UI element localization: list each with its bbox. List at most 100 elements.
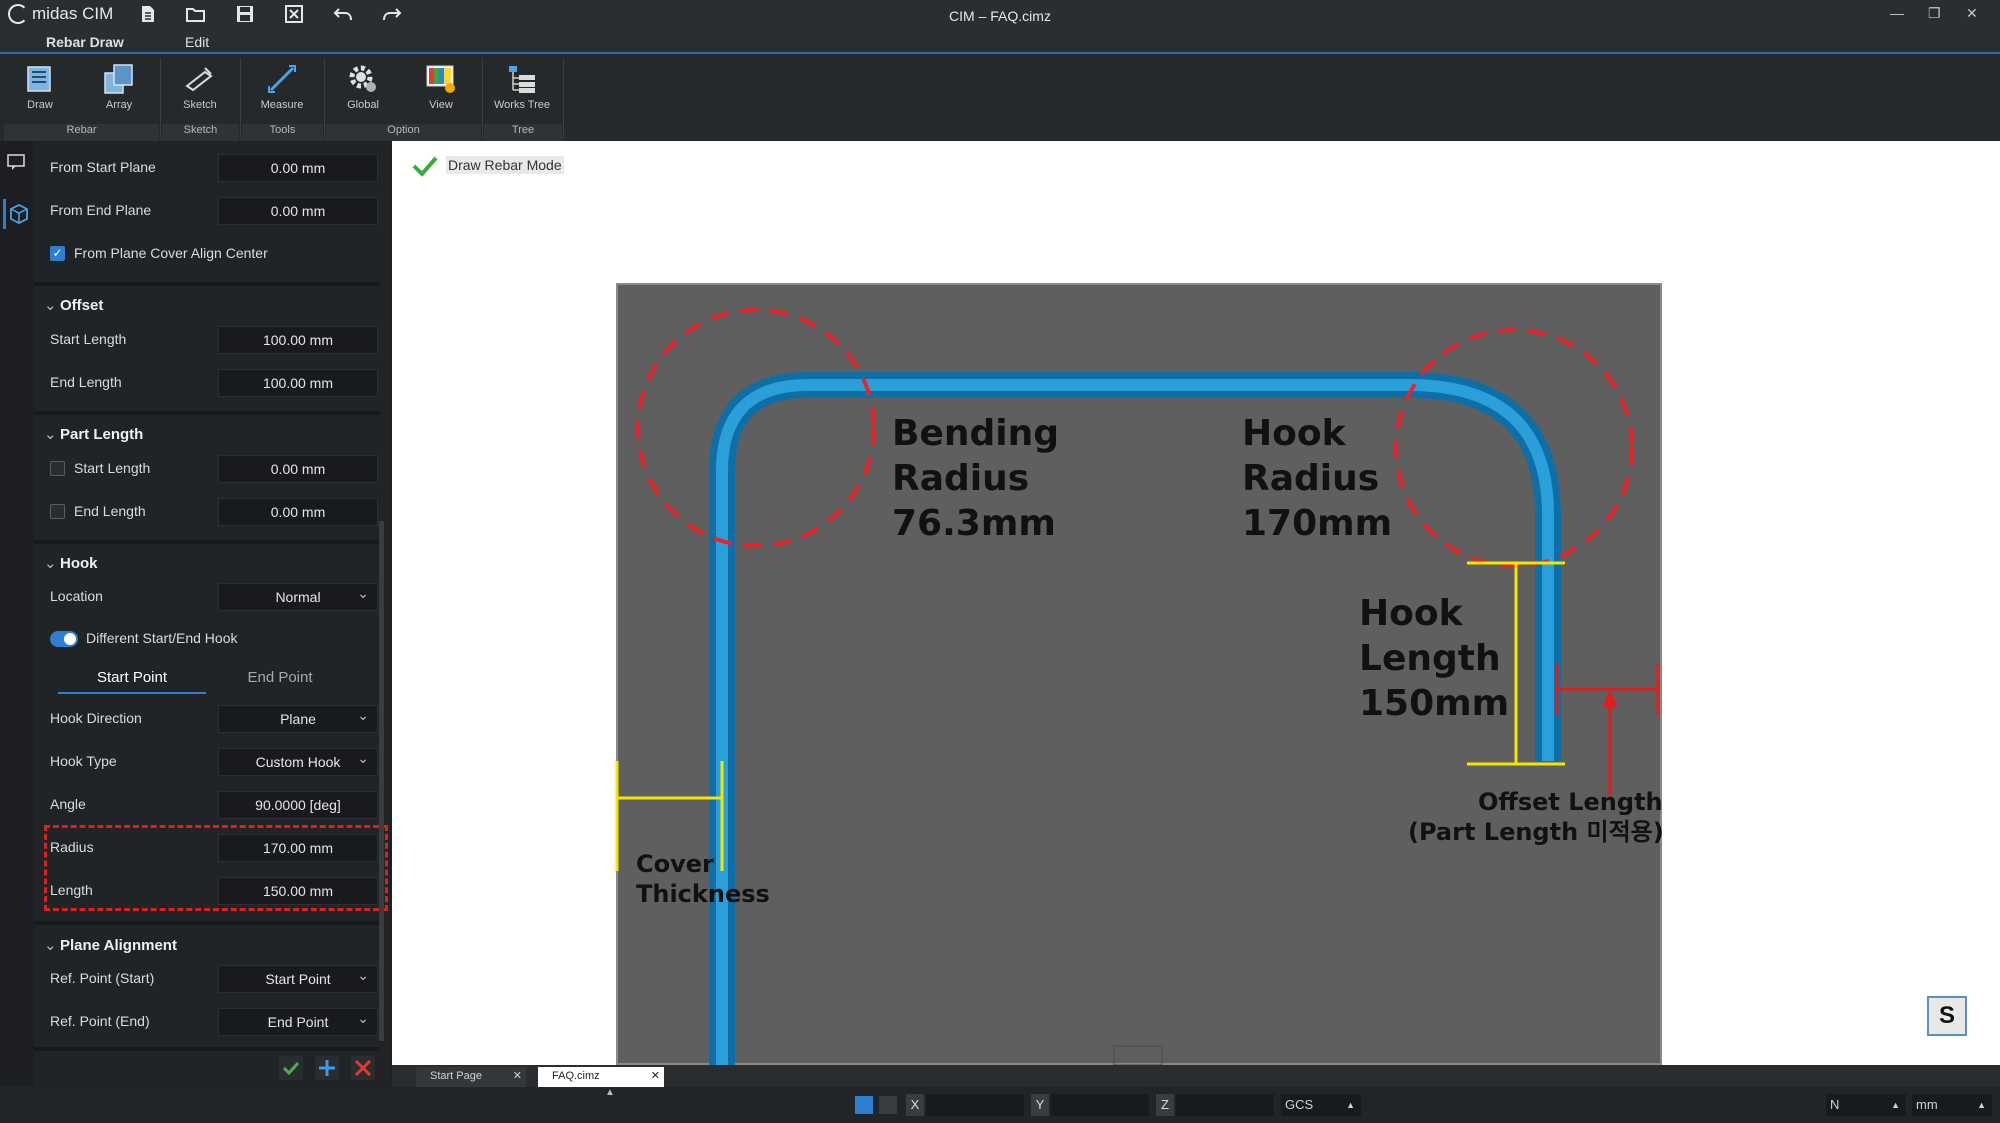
- ref-start-select[interactable]: Start Point: [218, 962, 378, 993]
- close-window-icon[interactable]: ✕: [1966, 5, 1978, 22]
- tab-end-point[interactable]: End Point: [206, 666, 354, 694]
- global-button-label: Global: [347, 99, 379, 111]
- comment-icon[interactable]: [7, 154, 25, 175]
- close-icon[interactable]: ✕: [513, 1067, 522, 1085]
- hook-length-label: Length: [50, 882, 93, 898]
- y-coord-field[interactable]: [1051, 1094, 1149, 1116]
- bending-label-2: Radius: [892, 458, 1029, 499]
- part-end-length-checkbox[interactable]: [50, 504, 65, 519]
- hook-title: Hook: [60, 555, 98, 572]
- hook-length-label-1: Hook: [1359, 593, 1464, 634]
- document-tab-bar: Start Page ✕ FAQ.cimz ✕: [392, 1065, 2000, 1087]
- dropdown-arrow-icon: ▲: [1977, 1100, 1986, 1110]
- from-end-plane-field[interactable]: 0.00 mm: [218, 197, 378, 225]
- hook-direction-label: Hook Direction: [50, 710, 142, 726]
- hook-direction-select[interactable]: Plane: [218, 702, 378, 733]
- hook-radius-field[interactable]: 170.00 mm: [218, 834, 378, 862]
- view-button[interactable]: View: [411, 62, 471, 120]
- works-tree-button[interactable]: Works Tree: [492, 62, 552, 120]
- dropdown-arrow-icon: ▲: [1891, 1100, 1900, 1110]
- hook-length-field[interactable]: 150.00 mm: [218, 877, 378, 905]
- panel-scrollbar[interactable]: [379, 521, 384, 1041]
- ref-end-select[interactable]: End Point: [218, 1005, 378, 1036]
- align-center-checkbox[interactable]: ✓: [50, 246, 65, 261]
- part-end-length-field[interactable]: 0.00 mm: [218, 498, 378, 526]
- expand-arrow-icon[interactable]: ▲: [605, 1087, 615, 1098]
- force-unit-select[interactable]: N ▲: [1826, 1094, 1906, 1116]
- snap-mode-icon[interactable]: [855, 1096, 873, 1114]
- tab-edit[interactable]: Edit: [185, 34, 209, 50]
- tab-rebar-draw[interactable]: Rebar Draw: [46, 34, 124, 50]
- draw-button-label: Draw: [27, 99, 53, 111]
- restore-icon[interactable]: ❐: [1928, 5, 1941, 22]
- group-label-tree: Tree: [484, 124, 562, 141]
- hook-section-header[interactable]: ⌄ Hook: [44, 554, 98, 572]
- offset-section-header[interactable]: ⌄ Offset: [44, 296, 103, 314]
- apply-check-icon[interactable]: [279, 1056, 303, 1080]
- close-icon[interactable]: ✕: [651, 1067, 660, 1085]
- sketch-button[interactable]: Sketch: [170, 62, 230, 120]
- different-hook-toggle[interactable]: [50, 631, 78, 647]
- hook-length-label-3: 150mm: [1359, 683, 1509, 724]
- draw-button[interactable]: Draw: [10, 62, 70, 120]
- tab-start-point[interactable]: Start Point: [58, 666, 206, 694]
- z-coord-label: Z: [1156, 1094, 1174, 1116]
- z-coord-field[interactable]: [1176, 1094, 1274, 1116]
- plane-alignment-title: Plane Alignment: [60, 937, 177, 954]
- hook-angle-label: Angle: [50, 796, 86, 812]
- part-start-length-field[interactable]: 0.00 mm: [218, 455, 378, 483]
- offset-end-length-field[interactable]: 100.00 mm: [218, 369, 378, 397]
- offset-start-length-label: Start Length: [50, 331, 127, 347]
- cancel-x-icon[interactable]: [351, 1056, 375, 1080]
- from-start-plane-label: From Start Plane: [50, 159, 156, 175]
- works-tree-icon: [505, 62, 539, 96]
- global-button[interactable]: Global: [333, 62, 393, 120]
- group-label-sketch: Sketch: [162, 124, 239, 141]
- array-button-label: Array: [105, 99, 133, 111]
- rebar-diagram: Bending Radius 76.3mm Hook Radius 170mm …: [615, 283, 1664, 1065]
- offset-label-1: Offset Length: [1478, 788, 1663, 816]
- sketch-icon: [183, 62, 217, 96]
- array-button[interactable]: Array: [89, 62, 149, 120]
- tab-start-page[interactable]: Start Page ✕: [416, 1067, 526, 1087]
- x-coord-field[interactable]: [926, 1094, 1024, 1116]
- hook-type-select[interactable]: Custom Hook: [218, 745, 378, 776]
- part-start-length-checkbox[interactable]: [50, 461, 65, 476]
- chevron-down-icon: ⌄: [44, 297, 57, 314]
- group-label-tools: Tools: [242, 124, 323, 141]
- view-button-label: View: [429, 99, 453, 111]
- snap-badge[interactable]: S: [1927, 996, 1967, 1036]
- part-length-section-header[interactable]: ⌄ Part Length: [44, 425, 143, 443]
- hook-angle-field[interactable]: 90.0000 [deg]: [218, 791, 378, 819]
- length-unit-select[interactable]: mm ▲: [1912, 1094, 1992, 1116]
- model-tab-icon[interactable]: [3, 199, 31, 229]
- ribbon-tab-bar: Rebar Draw Edit: [0, 30, 2000, 54]
- from-start-plane-field[interactable]: 0.00 mm: [218, 154, 378, 182]
- hook-radius-label-2: Radius: [1242, 458, 1379, 499]
- add-plus-icon[interactable]: [315, 1056, 339, 1080]
- hook-location-select[interactable]: Normal: [218, 580, 378, 611]
- viewport-canvas[interactable]: Draw Rebar Mode Bending Radius 76.3mm Ho…: [392, 141, 2000, 1065]
- angle-snap-icon[interactable]: [879, 1096, 897, 1114]
- tab-faq-cimz[interactable]: FAQ.cimz ✕: [538, 1067, 664, 1087]
- ribbon: Draw Array Sketch Measure Global View Wo…: [0, 54, 2000, 141]
- coord-system-value: GCS: [1285, 1097, 1314, 1112]
- minimize-icon[interactable]: —: [1890, 5, 1904, 21]
- offset-start-length-field[interactable]: 100.00 mm: [218, 326, 378, 354]
- cover-label-1: Cover: [636, 850, 714, 878]
- part-end-length-label: End Length: [74, 503, 146, 519]
- tab-faq-cimz-label: FAQ.cimz: [552, 1070, 600, 1082]
- hook-location-label: Location: [50, 588, 103, 604]
- dropdown-arrow-icon: ▲: [1346, 1100, 1355, 1110]
- draw-icon: [23, 62, 57, 96]
- coord-system-select[interactable]: GCS ▲: [1281, 1094, 1361, 1116]
- measure-button[interactable]: Measure: [252, 62, 312, 120]
- x-coord-label: X: [906, 1094, 924, 1116]
- offset-label-2: (Part Length 미적용): [1408, 818, 1664, 846]
- plane-alignment-section-header[interactable]: ⌄ Plane Alignment: [44, 936, 177, 954]
- different-hook-label: Different Start/End Hook: [86, 630, 238, 646]
- hook-radius-label-1: Hook: [1242, 413, 1347, 454]
- window-title: CIM – FAQ.cimz: [949, 8, 1051, 24]
- chevron-down-icon: ⌄: [44, 937, 57, 954]
- align-center-label: From Plane Cover Align Center: [74, 245, 268, 261]
